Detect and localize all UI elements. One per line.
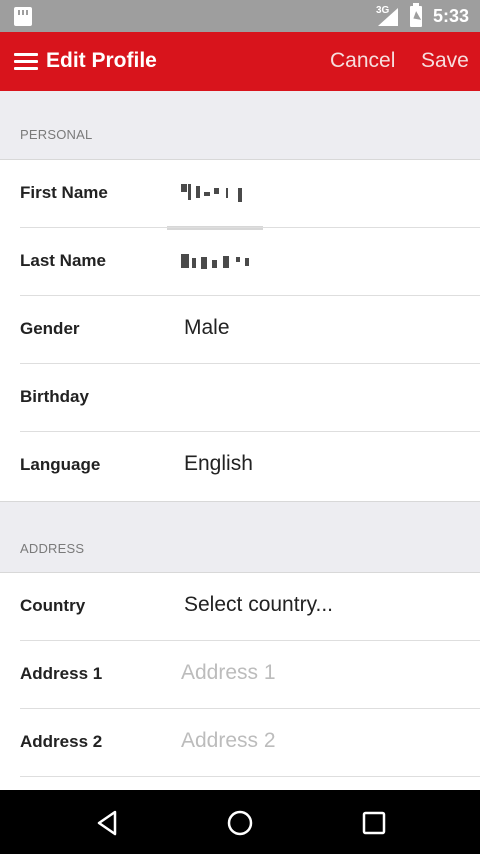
system-navigation-bar — [0, 790, 480, 854]
last-name-label: Last Name — [20, 251, 106, 270]
country-row[interactable]: Country Select country... — [0, 573, 480, 641]
language-row[interactable]: Language English — [0, 432, 480, 500]
row-divider — [20, 776, 480, 777]
home-icon[interactable] — [225, 808, 255, 838]
menu-line — [14, 60, 38, 63]
hamburger-menu-icon[interactable] — [14, 53, 38, 71]
last-name-field[interactable] — [181, 252, 261, 274]
back-icon[interactable] — [93, 808, 123, 838]
gender-row[interactable]: Gender Male — [0, 296, 480, 364]
birthday-label: Birthday — [20, 387, 89, 406]
notification-icon — [14, 7, 32, 26]
address-1-row[interactable]: Address 1 Address 1 — [0, 641, 480, 709]
address-section-header: ADDRESS — [0, 501, 480, 573]
recents-icon[interactable] — [359, 808, 389, 838]
address-2-label: Address 2 — [20, 732, 103, 751]
address-1-label: Address 1 — [20, 664, 103, 683]
address-section-title: ADDRESS — [20, 541, 85, 556]
personal-section-title: PERSONAL — [20, 127, 93, 142]
personal-section-header: PERSONAL — [0, 91, 480, 160]
menu-line — [14, 53, 38, 56]
status-bar: 3G 5:33 — [0, 0, 480, 32]
birthday-row[interactable]: Birthday — [0, 364, 480, 432]
country-label: Country — [20, 596, 86, 615]
status-time: 5:33 — [433, 6, 470, 26]
first-name-field[interactable] — [181, 184, 261, 206]
cancel-button[interactable]: Cancel — [330, 49, 395, 73]
language-label: Language — [20, 455, 101, 474]
app-bar: Edit Profile Cancel Save — [0, 32, 480, 91]
language-value[interactable]: English — [184, 452, 253, 476]
country-selector[interactable]: Select country... — [184, 593, 333, 617]
page-title: Edit Profile — [46, 49, 157, 72]
first-name-label: First Name — [20, 183, 108, 202]
save-button[interactable]: Save — [421, 49, 469, 73]
address-2-input[interactable]: Address 2 — [181, 729, 276, 753]
address-1-input[interactable]: Address 1 — [181, 661, 276, 685]
first-name-row[interactable]: First Name — [0, 160, 480, 230]
battery-charging-icon — [410, 3, 422, 27]
network-type-label: 3G — [376, 5, 390, 16]
last-name-row[interactable]: Last Name — [0, 228, 480, 296]
menu-line — [14, 67, 38, 70]
gender-value[interactable]: Male — [184, 316, 230, 340]
gender-label: Gender — [20, 319, 80, 338]
address-2-row[interactable]: Address 2 Address 2 — [0, 709, 480, 777]
